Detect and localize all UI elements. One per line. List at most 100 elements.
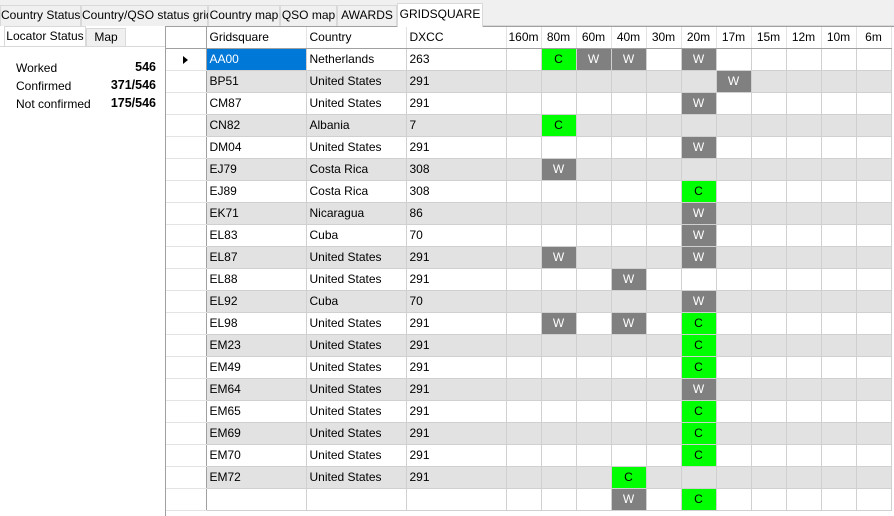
cell-band-6m[interactable]	[856, 268, 892, 291]
cell-band-160m[interactable]	[506, 180, 542, 203]
cell-band-6m[interactable]	[856, 114, 892, 137]
cell-band-30m[interactable]	[646, 334, 682, 357]
cell-gridsquare[interactable]: EM49	[206, 356, 307, 379]
cell-dxcc[interactable]: 70	[406, 224, 507, 247]
cell-band-10m[interactable]	[821, 488, 857, 511]
column-header-band-20m[interactable]: 20m	[681, 27, 717, 49]
cell-band-6m[interactable]	[856, 70, 892, 93]
cell-band-10m[interactable]	[821, 400, 857, 423]
cell-band-12m[interactable]	[786, 356, 822, 379]
gridsquare-grid[interactable]: Gridsquare Country DXCC 160m 80m 60m 40m 30m…	[165, 26, 894, 516]
cell-band-160m[interactable]	[506, 158, 542, 181]
cell-band-60m[interactable]	[576, 202, 612, 225]
cell-band-40m[interactable]: W	[611, 488, 647, 511]
cell-band-40m[interactable]: W	[611, 48, 647, 71]
cell-band-60m[interactable]	[576, 180, 612, 203]
cell-band-80m[interactable]: W	[541, 158, 577, 181]
table-row[interactable]: EM49 United States 291 C	[166, 356, 892, 379]
table-row[interactable]: EM72 United States 291 C	[166, 466, 892, 489]
cell-band-12m[interactable]	[786, 488, 822, 511]
cell-band-15m[interactable]	[751, 48, 787, 71]
cell-band-80m[interactable]	[541, 422, 577, 445]
cell-band-60m[interactable]	[576, 378, 612, 401]
cell-band-10m[interactable]	[821, 268, 857, 291]
tab-awards[interactable]: AWARDS	[337, 5, 397, 26]
cell-band-17m[interactable]	[716, 268, 752, 291]
cell-country[interactable]: United States	[306, 312, 407, 335]
row-header[interactable]	[166, 48, 207, 71]
cell-band-12m[interactable]	[786, 378, 822, 401]
cell-dxcc[interactable]: 291	[406, 400, 507, 423]
cell-band-17m[interactable]	[716, 224, 752, 247]
cell-gridsquare[interactable]: EM65	[206, 400, 307, 423]
cell-band-40m[interactable]: C	[611, 466, 647, 489]
cell-band-17m[interactable]	[716, 466, 752, 489]
row-header[interactable]	[166, 246, 207, 269]
cell-gridsquare[interactable]	[206, 488, 307, 511]
cell-band-10m[interactable]	[821, 334, 857, 357]
cell-country[interactable]: United States	[306, 422, 407, 445]
table-row[interactable]: EL88 United States 291 W	[166, 268, 892, 291]
cell-band-30m[interactable]	[646, 400, 682, 423]
cell-band-20m[interactable]	[681, 70, 717, 93]
cell-band-12m[interactable]	[786, 92, 822, 115]
cell-band-20m[interactable]: W	[681, 378, 717, 401]
cell-gridsquare[interactable]: EM72	[206, 466, 307, 489]
cell-band-17m[interactable]	[716, 246, 752, 269]
cell-dxcc[interactable]: 7	[406, 114, 507, 137]
cell-band-40m[interactable]	[611, 400, 647, 423]
cell-dxcc[interactable]: 291	[406, 136, 507, 159]
cell-band-30m[interactable]	[646, 356, 682, 379]
cell-band-40m[interactable]	[611, 224, 647, 247]
cell-band-15m[interactable]	[751, 180, 787, 203]
cell-country[interactable]	[306, 488, 407, 511]
row-header[interactable]	[166, 466, 207, 489]
cell-band-30m[interactable]	[646, 488, 682, 511]
cell-band-160m[interactable]	[506, 356, 542, 379]
cell-band-17m[interactable]	[716, 400, 752, 423]
cell-band-15m[interactable]	[751, 312, 787, 335]
cell-band-60m[interactable]	[576, 466, 612, 489]
row-header[interactable]	[166, 158, 207, 181]
column-header-band-15m[interactable]: 15m	[751, 27, 787, 49]
cell-band-10m[interactable]	[821, 136, 857, 159]
cell-band-6m[interactable]	[856, 356, 892, 379]
cell-band-80m[interactable]	[541, 180, 577, 203]
cell-country[interactable]: United States	[306, 246, 407, 269]
cell-gridsquare[interactable]: EL92	[206, 290, 307, 313]
cell-band-60m[interactable]	[576, 444, 612, 467]
table-row[interactable]: EL87 United States 291 W W	[166, 246, 892, 269]
cell-gridsquare[interactable]: EM23	[206, 334, 307, 357]
tab-locator-status[interactable]: Locator Status	[4, 26, 86, 46]
row-header[interactable]	[166, 92, 207, 115]
table-row[interactable]: EM64 United States 291 W	[166, 378, 892, 401]
cell-band-160m[interactable]	[506, 246, 542, 269]
table-row[interactable]: CM87 United States 291 W	[166, 92, 892, 115]
column-header-band-160m[interactable]: 160m	[506, 27, 542, 49]
table-row[interactable]: EJ89 Costa Rica 308 C	[166, 180, 892, 203]
cell-band-30m[interactable]	[646, 378, 682, 401]
cell-band-20m[interactable]: W	[681, 202, 717, 225]
cell-band-17m[interactable]: W	[716, 70, 752, 93]
cell-band-30m[interactable]	[646, 202, 682, 225]
cell-band-15m[interactable]	[751, 158, 787, 181]
cell-band-6m[interactable]	[856, 290, 892, 313]
cell-dxcc[interactable]: 291	[406, 312, 507, 335]
cell-band-20m[interactable]: W	[681, 224, 717, 247]
cell-gridsquare[interactable]: EL87	[206, 246, 307, 269]
cell-band-40m[interactable]	[611, 114, 647, 137]
table-row[interactable]: EK71 Nicaragua 86 W	[166, 202, 892, 225]
cell-band-40m[interactable]	[611, 180, 647, 203]
cell-band-20m[interactable]	[681, 466, 717, 489]
column-header-dxcc[interactable]: DXCC	[406, 27, 507, 49]
cell-gridsquare[interactable]: EJ89	[206, 180, 307, 203]
cell-band-12m[interactable]	[786, 290, 822, 313]
cell-band-20m[interactable]	[681, 268, 717, 291]
table-row[interactable]: CN82 Albania 7 C	[166, 114, 892, 137]
cell-band-160m[interactable]	[506, 378, 542, 401]
cell-band-30m[interactable]	[646, 466, 682, 489]
cell-gridsquare[interactable]: CN82	[206, 114, 307, 137]
cell-band-40m[interactable]	[611, 136, 647, 159]
cell-band-17m[interactable]	[716, 290, 752, 313]
cell-band-30m[interactable]	[646, 290, 682, 313]
